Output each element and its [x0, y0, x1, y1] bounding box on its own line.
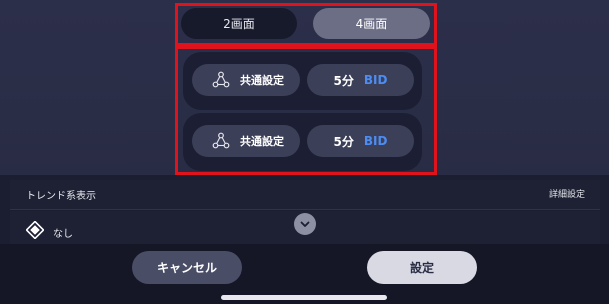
- panel-2-common-setting-button[interactable]: 共通設定: [192, 125, 300, 157]
- diamond-icon: [25, 220, 45, 240]
- panel-1-interval-button[interactable]: 5分 BID: [307, 64, 414, 96]
- home-indicator: [221, 295, 387, 300]
- three-node-network-icon: [212, 132, 230, 149]
- cancel-button[interactable]: キャンセル: [132, 251, 242, 284]
- trend-header-row: [10, 180, 600, 210]
- panel-2-interval-button[interactable]: 5分 BID: [307, 125, 414, 157]
- three-node-network-icon: [212, 71, 230, 88]
- layout-2-screen-button[interactable]: 2画面: [181, 8, 297, 39]
- common-setting-label: 共通設定: [240, 135, 284, 148]
- interval-label: 5分: [333, 73, 354, 88]
- common-setting-label: 共通設定: [240, 74, 284, 87]
- interval-label: 5分: [333, 134, 354, 149]
- price-type-label: BID: [363, 134, 388, 148]
- layout-4-screen-button[interactable]: 4画面: [313, 8, 430, 39]
- trend-section-label: トレンド系表示: [26, 191, 96, 202]
- detail-settings-link[interactable]: 詳細設定: [549, 187, 585, 200]
- price-type-label: BID: [363, 73, 388, 87]
- trend-selected-value: なし: [53, 229, 73, 240]
- panel-1-common-setting-button[interactable]: 共通設定: [192, 64, 300, 96]
- confirm-button[interactable]: 設定: [367, 251, 477, 284]
- chevron-down-icon[interactable]: [294, 213, 316, 235]
